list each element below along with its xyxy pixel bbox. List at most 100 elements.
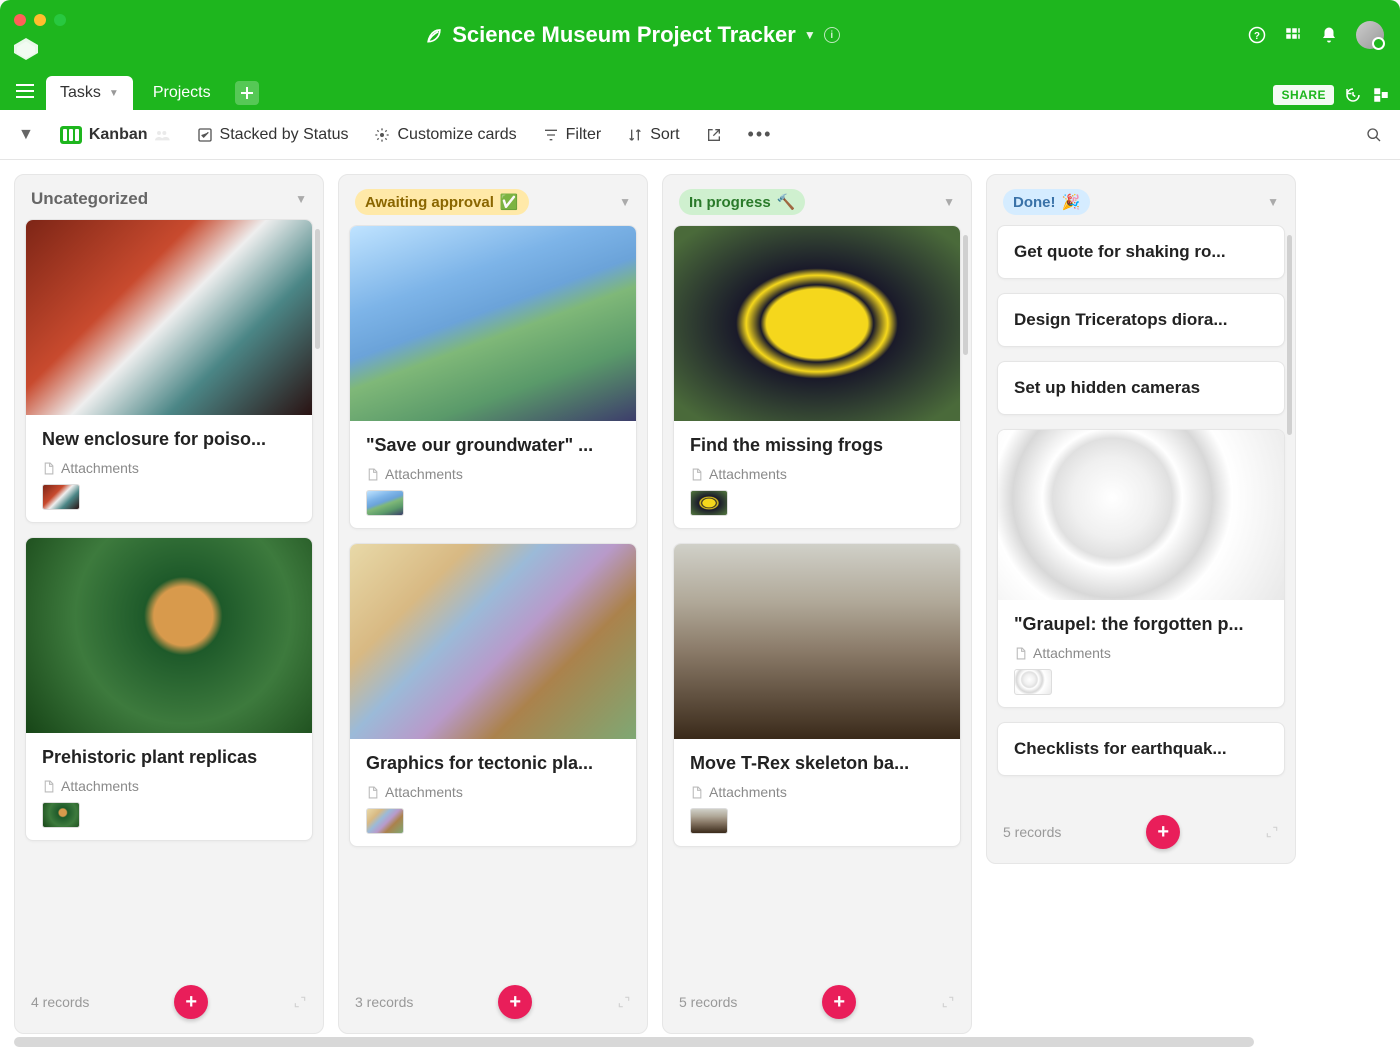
- scrollbar[interactable]: [315, 229, 320, 349]
- attachments-label: Attachments: [42, 778, 296, 794]
- records-count: 5 records: [1003, 824, 1061, 840]
- kanban-card[interactable]: "Graupel: the forgotten p... Attachments: [997, 429, 1285, 708]
- records-count: 5 records: [679, 994, 737, 1010]
- card-cover-image: [26, 538, 312, 733]
- card-title: Get quote for shaking ro...: [1014, 242, 1268, 262]
- chevron-down-icon[interactable]: ▼: [943, 195, 955, 209]
- kanban-card[interactable]: Move T-Rex skeleton ba... Attachments: [673, 543, 961, 847]
- add-tab-button[interactable]: [235, 81, 259, 105]
- attachment-thumbnail[interactable]: [42, 802, 80, 828]
- column-header[interactable]: In progress 🔨 ▼: [663, 175, 971, 225]
- kanban-card[interactable]: Set up hidden cameras: [997, 361, 1285, 415]
- records-count: 3 records: [355, 994, 413, 1010]
- user-avatar[interactable]: [1356, 21, 1384, 49]
- tab-label: Projects: [153, 84, 211, 102]
- card-cover-image: [350, 226, 636, 421]
- attachment-thumbnail[interactable]: [690, 490, 728, 516]
- check-emoji: ✅: [500, 193, 519, 211]
- share-view-button[interactable]: [706, 127, 722, 143]
- expand-icon[interactable]: [293, 995, 307, 1009]
- chevron-down-icon: ▼: [804, 28, 816, 42]
- chevron-down-icon[interactable]: ▼: [109, 88, 119, 99]
- customize-cards-button[interactable]: Customize cards: [374, 126, 516, 144]
- kanban-card[interactable]: Design Triceratops diora...: [997, 293, 1285, 347]
- workspace-title[interactable]: Science Museum Project Tracker ▼ i: [16, 22, 1248, 48]
- column-header[interactable]: Awaiting approval ✅ ▼: [339, 175, 647, 225]
- attachment-thumbnail[interactable]: [366, 490, 404, 516]
- kanban-board: Uncategorized ▼ New enclosure for poiso.…: [0, 160, 1400, 1055]
- column-header[interactable]: Done! 🎉 ▼: [987, 175, 1295, 225]
- history-icon[interactable]: [1344, 86, 1362, 104]
- card-title: Find the missing frogs: [690, 435, 944, 456]
- chevron-down-icon[interactable]: ▼: [18, 126, 34, 144]
- apps-grid-icon[interactable]: [1284, 26, 1302, 44]
- kanban-card[interactable]: Get quote for shaking ro...: [997, 225, 1285, 279]
- attachments-label: Attachments: [366, 466, 620, 482]
- stacked-by-button[interactable]: Stacked by Status: [197, 126, 349, 144]
- notifications-icon[interactable]: [1320, 26, 1338, 44]
- hammer-emoji: 🔨: [777, 193, 796, 211]
- add-card-button[interactable]: +: [1146, 815, 1180, 849]
- more-options-button[interactable]: •••: [748, 124, 773, 145]
- customize-label: Customize cards: [397, 126, 516, 144]
- sort-button[interactable]: Sort: [627, 126, 679, 144]
- card-title: Graphics for tectonic pla...: [366, 753, 620, 774]
- attachment-thumbnail[interactable]: [366, 808, 404, 834]
- card-title: Prehistoric plant replicas: [42, 747, 296, 768]
- blocks-icon[interactable]: [1372, 86, 1390, 104]
- chevron-down-icon[interactable]: ▼: [1267, 195, 1279, 209]
- attachment-thumbnail[interactable]: [42, 484, 80, 510]
- card-title: Set up hidden cameras: [1014, 378, 1268, 398]
- kanban-card[interactable]: New enclosure for poiso... Attachments: [25, 219, 313, 523]
- column-done: Done! 🎉 ▼ Get quote for shaking ro... De…: [986, 174, 1296, 864]
- kanban-card[interactable]: Graphics for tectonic pla... Attachments: [349, 543, 637, 847]
- kanban-card[interactable]: Find the missing frogs Attachments: [673, 225, 961, 529]
- search-button[interactable]: [1366, 127, 1382, 143]
- collaborators-icon[interactable]: [155, 127, 171, 143]
- card-title: "Save our groundwater" ...: [366, 435, 620, 456]
- column-title-pill: Done! 🎉: [1003, 189, 1090, 215]
- close-window-icon[interactable]: [14, 14, 26, 26]
- share-button[interactable]: SHARE: [1273, 85, 1334, 105]
- add-card-button[interactable]: +: [498, 985, 532, 1019]
- chevron-down-icon[interactable]: ▼: [619, 195, 631, 209]
- chevron-down-icon[interactable]: ▼: [295, 192, 307, 206]
- column-header[interactable]: Uncategorized ▼: [15, 175, 323, 219]
- view-label: Kanban: [89, 126, 148, 144]
- add-card-button[interactable]: +: [174, 985, 208, 1019]
- filter-button[interactable]: Filter: [543, 126, 602, 144]
- view-switcher[interactable]: Kanban: [60, 126, 171, 144]
- kanban-card[interactable]: Checklists for earthquak...: [997, 722, 1285, 776]
- expand-icon[interactable]: [617, 995, 631, 1009]
- nav-tabbar: Tasks ▼ Projects SHARE: [0, 70, 1400, 110]
- scrollbar[interactable]: [963, 235, 968, 355]
- maximize-window-icon[interactable]: [54, 14, 66, 26]
- expand-icon[interactable]: [941, 995, 955, 1009]
- card-cover-image: [674, 544, 960, 739]
- kanban-card[interactable]: Prehistoric plant replicas Attachments: [25, 537, 313, 841]
- info-icon[interactable]: i: [824, 27, 840, 43]
- app-logo-icon[interactable]: [14, 38, 38, 65]
- menu-icon[interactable]: [10, 76, 40, 106]
- tab-projects[interactable]: Projects: [139, 76, 225, 110]
- column-awaiting-approval: Awaiting approval ✅ ▼ "Save our groundwa…: [338, 174, 648, 1034]
- kanban-card[interactable]: "Save our groundwater" ... Attachments: [349, 225, 637, 529]
- column-uncategorized: Uncategorized ▼ New enclosure for poiso.…: [14, 174, 324, 1034]
- filter-label: Filter: [566, 126, 602, 144]
- add-card-button[interactable]: +: [822, 985, 856, 1019]
- attachments-label: Attachments: [690, 466, 944, 482]
- card-cover-image: [998, 430, 1284, 600]
- window-titlebar: Science Museum Project Tracker ▼ i ?: [0, 0, 1400, 70]
- help-icon[interactable]: ?: [1248, 26, 1266, 44]
- expand-icon[interactable]: [1265, 825, 1279, 839]
- sort-label: Sort: [650, 126, 679, 144]
- attachment-thumbnail[interactable]: [690, 808, 728, 834]
- scrollbar[interactable]: [1287, 235, 1292, 435]
- card-title: Checklists for earthquak...: [1014, 739, 1268, 759]
- view-toolbar: ▼ Kanban Stacked by Status Customize car…: [0, 110, 1400, 160]
- minimize-window-icon[interactable]: [34, 14, 46, 26]
- attachments-label: Attachments: [366, 784, 620, 800]
- attachment-thumbnail[interactable]: [1014, 669, 1052, 695]
- tab-tasks[interactable]: Tasks ▼: [46, 76, 133, 110]
- horizontal-scrollbar[interactable]: [14, 1037, 1254, 1047]
